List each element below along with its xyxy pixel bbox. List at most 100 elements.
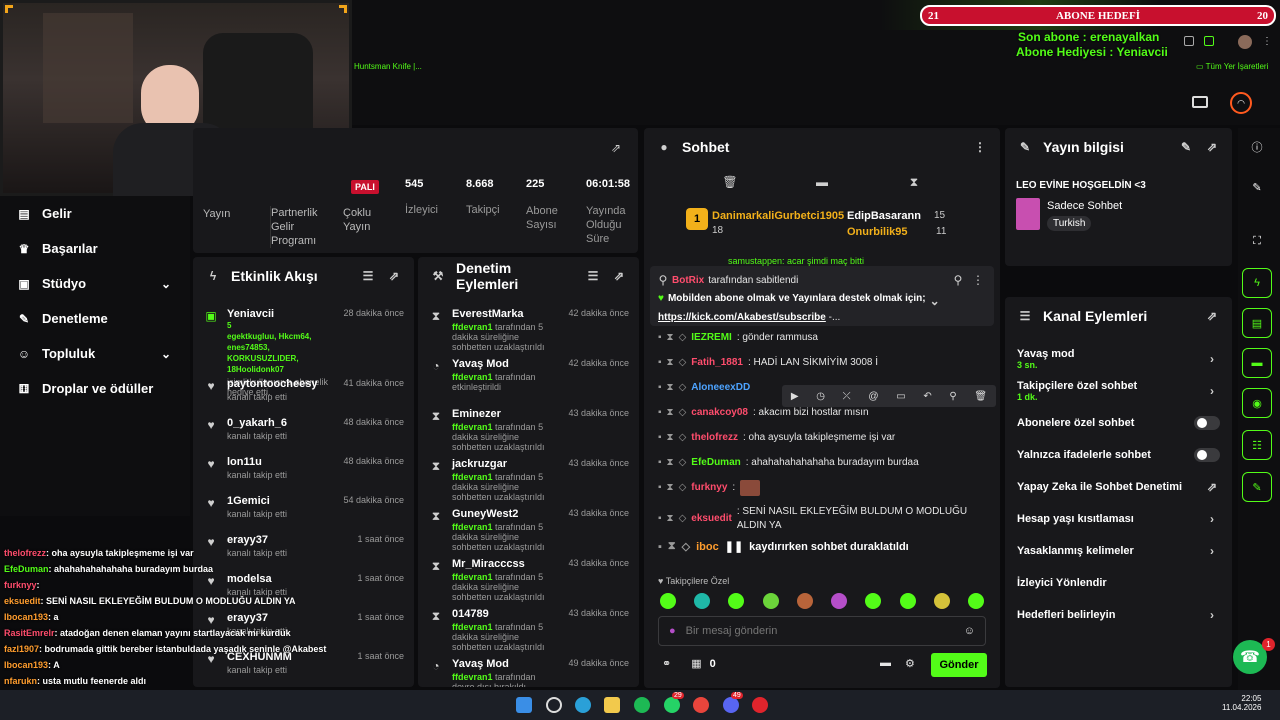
- channel-action-row[interactable]: Yapay Zeka ile Sohbet Denetimi ⇗: [1005, 471, 1232, 503]
- shield-icon[interactable]: ◇: [679, 407, 687, 418]
- trash-icon[interactable]: 🗑: [722, 174, 738, 190]
- shield-icon[interactable]: ◇: [679, 357, 687, 368]
- chat-bubble-icon[interactable]: ▬: [880, 657, 891, 670]
- emote-icon[interactable]: [694, 593, 711, 609]
- moderation-target[interactable]: jackruzgar: [452, 458, 560, 470]
- partner-program[interactable]: Partnerlik Gelir Programı: [270, 206, 326, 248]
- chat-username[interactable]: AloneeexDD: [691, 382, 750, 393]
- expand-icon[interactable]: ⇗: [1204, 139, 1220, 155]
- moderation-target[interactable]: 014789: [452, 608, 560, 620]
- more-icon[interactable]: ⋮: [972, 139, 988, 155]
- gear-icon[interactable]: ⚙: [905, 657, 915, 670]
- wrench-icon[interactable]: ✎: [1242, 472, 1272, 502]
- shield-icon[interactable]: ◇: [679, 332, 687, 343]
- expand-icon[interactable]: ⇗: [1204, 308, 1220, 324]
- user-profile-icon[interactable]: ◠: [1230, 92, 1252, 114]
- edit-icon[interactable]: ✎: [1178, 139, 1194, 155]
- gift-icon[interactable]: ▦: [691, 657, 701, 670]
- pinned-link[interactable]: https://kick.com/Akabest/subscribe: [658, 312, 826, 323]
- emote-icon[interactable]: [796, 593, 813, 609]
- hourglass-icon[interactable]: ⧗: [667, 432, 674, 443]
- send-button[interactable]: Gönder: [931, 653, 987, 677]
- emote-icon[interactable]: [660, 593, 676, 609]
- category-name[interactable]: Sadece Sohbet: [1047, 200, 1122, 212]
- expand-icon[interactable]: ⇗: [608, 140, 624, 156]
- expand-icon[interactable]: ⇗: [386, 268, 402, 284]
- trash-icon[interactable]: ▪: [658, 457, 662, 468]
- emote-icon[interactable]: [762, 593, 779, 609]
- chat-message[interactable]: ▪ ⧗ ◇ canakcoy08: akacım bizi hostlar mısın: [644, 400, 1000, 425]
- clipboard-icon[interactable]: ▤: [1242, 308, 1272, 338]
- hourglass-icon[interactable]: ⧗: [667, 357, 674, 368]
- chevron-down-icon[interactable]: ⌄: [930, 293, 940, 309]
- extension2-icon[interactable]: [1204, 36, 1214, 46]
- message-icon[interactable]: ▬: [814, 174, 830, 190]
- discord-icon[interactable]: [723, 697, 739, 713]
- trash-icon[interactable]: ▪: [658, 482, 662, 493]
- windows-start-icon[interactable]: [516, 697, 532, 713]
- unpin-icon[interactable]: ⚲: [950, 272, 966, 288]
- trash-icon[interactable]: ▪: [658, 357, 662, 368]
- third-gifter-name[interactable]: Onurbilik95: [847, 226, 908, 238]
- extension-icon[interactable]: [1184, 36, 1194, 46]
- chat-message-input[interactable]: [685, 625, 954, 637]
- channel-action-row[interactable]: İzleyici Yönlendir: [1005, 567, 1232, 599]
- sidebar-item-studyo[interactable]: ▣ Stüdyo ⌄: [0, 266, 190, 301]
- trash-icon[interactable]: ▪: [658, 512, 662, 526]
- profile-avatar[interactable]: [1238, 35, 1252, 49]
- sidebar-item-topluluk[interactable]: ☺ Topluluk ⌄: [0, 336, 190, 371]
- shield-icon[interactable]: ◇: [679, 482, 687, 493]
- chat-message[interactable]: ▪ ⧗ ◇ thelofrezz: oha aysuyla takipleşmeme …: [644, 425, 1000, 450]
- filter-icon[interactable]: ☰: [360, 268, 376, 284]
- moderation-target[interactable]: Eminezer: [452, 408, 560, 420]
- toggle-switch[interactable]: [1194, 416, 1220, 430]
- all-bookmarks[interactable]: ▭ Tüm Yer İşaretleri: [1196, 62, 1268, 71]
- sidebar-item-droplar[interactable]: ⚅ Droplar ve ödüller: [0, 371, 190, 406]
- multi-stream[interactable]: Çoklu Yayın: [343, 206, 393, 234]
- list-icon[interactable]: ☷: [1242, 430, 1272, 460]
- chat-username[interactable]: furknyy: [691, 482, 727, 493]
- broadcast-icon[interactable]: ◉: [1242, 388, 1272, 418]
- link-icon[interactable]: ⚭: [662, 657, 671, 670]
- channel-action-row[interactable]: Takipçilere özel sohbet 1 dk. ›: [1005, 375, 1232, 407]
- bookmark-item[interactable]: Huntsman Knife |...: [354, 62, 422, 71]
- activity-user[interactable]: 0_yakarh_6: [227, 417, 335, 429]
- top-gifter-name[interactable]: DanimarkaliGurbetci1905: [712, 210, 844, 222]
- sidebar-item-denetleme[interactable]: ✎ Denetleme: [0, 301, 190, 336]
- more-icon[interactable]: ⋮: [970, 272, 986, 288]
- lightning-icon[interactable]: ϟ: [1242, 268, 1272, 298]
- channel-action-row[interactable]: Yavaş mod 3 sn. ›: [1005, 343, 1232, 375]
- hourglass-icon[interactable]: ⧗: [667, 332, 674, 343]
- emote-icon[interactable]: [728, 593, 745, 609]
- whatsapp-icon[interactable]: [664, 697, 680, 713]
- emoji-icon[interactable]: ☺: [964, 625, 975, 637]
- moderation-target[interactable]: Mr_Miracccss: [452, 558, 560, 570]
- trash-icon[interactable]: ▪: [658, 432, 662, 443]
- channel-action-row[interactable]: Hesap yaşı kısıtlaması ›: [1005, 503, 1232, 535]
- hourglass-icon[interactable]: ⧗: [667, 382, 674, 393]
- more-icon[interactable]: ⋮: [1262, 36, 1272, 47]
- chat-message[interactable]: ▪ ⧗ ◇ eksuedit: SENİ NASIL EKLEYEĞİM BULDUM…: [644, 500, 1000, 538]
- category-thumbnail[interactable]: [1016, 198, 1040, 230]
- chat-message[interactable]: ▪ ⧗ ◇ Fatih_1881: HADİ LAN SİKMİYİM 3008 İ: [644, 350, 1000, 375]
- emote-icon[interactable]: [967, 593, 984, 609]
- folder-icon[interactable]: [604, 697, 620, 713]
- chat-username[interactable]: Fatih_1881: [691, 357, 743, 368]
- chat-message[interactable]: ▪ ⧗ ◇ EfeDuman: ahahahahahahaha buradayım b…: [644, 450, 1000, 475]
- shield-icon[interactable]: ◇: [679, 457, 687, 468]
- expand-icon[interactable]: ⇗: [611, 268, 627, 284]
- moderation-target[interactable]: GuneyWest2: [452, 508, 560, 520]
- emote-icon[interactable]: [933, 593, 950, 609]
- shield-icon[interactable]: ◇: [679, 512, 687, 526]
- moderation-target[interactable]: EverestMarka: [452, 308, 560, 320]
- activity-user[interactable]: paytontoocheesy: [227, 378, 335, 390]
- spotify-icon[interactable]: [634, 697, 650, 713]
- info-icon[interactable]: ⓘ: [1242, 132, 1272, 162]
- studio-icon-button[interactable]: [1192, 96, 1208, 108]
- activity-user[interactable]: 1Gemici: [227, 495, 335, 507]
- chat-username[interactable]: EfeDuman: [691, 457, 740, 468]
- activity-user[interactable]: lon11u: [227, 456, 335, 468]
- hourglass-icon[interactable]: ⧗: [906, 174, 922, 190]
- hourglass-icon[interactable]: ⧗: [667, 457, 674, 468]
- edit-icon[interactable]: ✎: [1242, 172, 1272, 202]
